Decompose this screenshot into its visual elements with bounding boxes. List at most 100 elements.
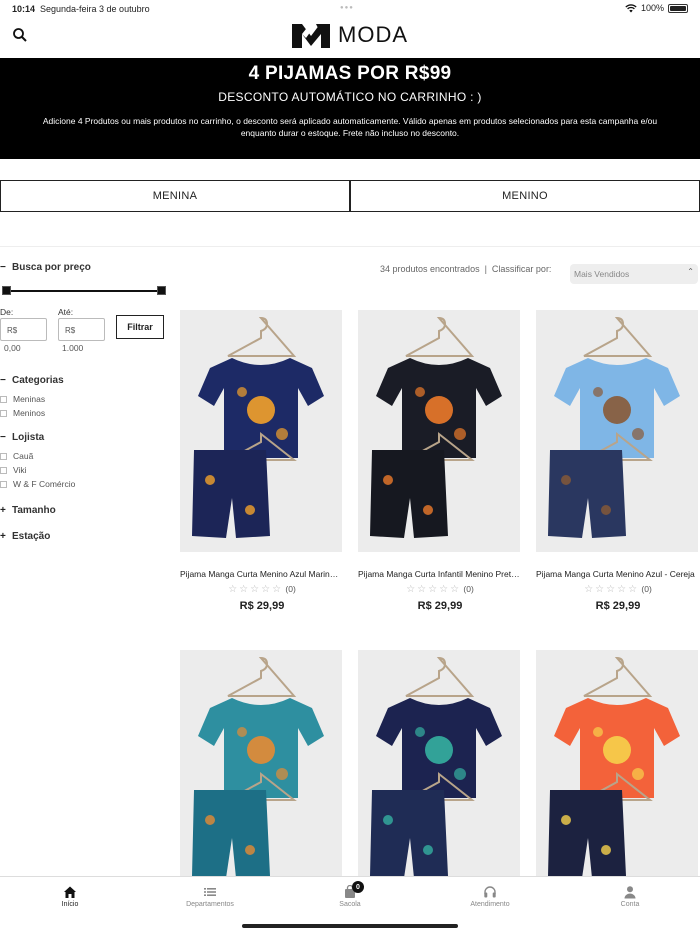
rating-count: (0) <box>285 584 296 594</box>
category-option[interactable]: Meninas <box>0 392 172 406</box>
season-label: Estação <box>12 531 51 542</box>
headset-icon <box>484 886 496 898</box>
home-icon <box>64 886 76 898</box>
product-price: R$ 29,99 <box>595 600 641 612</box>
price-inputs: De: R$ 0,00 Até: R$ 1.000 Filtrar <box>0 307 172 353</box>
banner-title: 4 PIJAMAS POR R$99 <box>248 63 452 84</box>
rating-stars-icon: ☆☆☆☆☆ <box>228 584 284 595</box>
product-name[interactable]: Pijama Manga Curta Infantil Menino Preto… <box>358 569 520 579</box>
product-rating: ☆☆☆☆☆ (0) <box>180 584 344 595</box>
seller-option[interactable]: Cauã <box>0 449 172 463</box>
tab-home[interactable]: Início <box>0 877 140 934</box>
seller-option[interactable]: W & F Comércio <box>0 477 172 491</box>
tab-label: Sacola <box>339 901 361 908</box>
tab-label: Atendimento <box>470 901 510 908</box>
status-bar: 10:14 Segunda-feira 3 de outubro ●●● 100… <box>0 0 700 18</box>
expand-icon: + <box>0 505 6 516</box>
option-label: Viki <box>13 465 27 475</box>
option-label: W & F Comércio <box>13 479 76 489</box>
product-card[interactable]: Pijama Manga Curta Menino Azul Marinho -… <box>180 310 344 612</box>
product-rating: ☆☆☆☆☆ (0) <box>536 584 700 595</box>
product-name[interactable]: Pijama Manga Curta Menino Azul - Cereja <box>536 569 698 579</box>
divider <box>0 246 700 247</box>
product-card[interactable]: Pijama Manga Curta Infantil Menino Preto… <box>358 310 522 612</box>
promo-banner[interactable]: 4 PIJAMAS POR R$99 DESCONTO AUTOMÁTICO N… <box>0 58 700 159</box>
chevron-updown-icon: ⌃ <box>687 267 694 276</box>
battery-percent: 100% <box>640 3 664 13</box>
product-rating: ☆☆☆☆☆ (0) <box>358 584 522 595</box>
home-indicator <box>242 924 458 928</box>
product-image[interactable] <box>180 310 342 552</box>
product-image[interactable] <box>536 310 698 552</box>
checkbox[interactable] <box>0 395 7 403</box>
option-label: Meninos <box>13 408 46 418</box>
user-icon <box>624 886 636 899</box>
price-from-input[interactable]: R$ <box>0 318 47 341</box>
checkbox[interactable] <box>0 409 7 417</box>
tab-account[interactable]: Conta <box>560 877 700 934</box>
gender-tabs: MENINA MENINO <box>0 180 700 212</box>
categories-label: Categorias <box>12 375 64 386</box>
sellers-label: Lojista <box>12 432 45 443</box>
seller-option[interactable]: Viki <box>0 463 172 477</box>
toolbar-separator: | <box>484 264 487 274</box>
rating-stars-icon: ☆☆☆☆☆ <box>406 584 462 595</box>
tab-label: Conta <box>620 901 640 908</box>
checkbox[interactable] <box>0 466 7 474</box>
slider-track <box>5 290 163 292</box>
product-image[interactable] <box>180 650 342 892</box>
size-label: Tamanho <box>12 505 56 516</box>
logo-mark-icon <box>292 24 330 48</box>
app-header: MODA <box>0 18 700 58</box>
sort-value: Mais Vendidos <box>574 269 630 279</box>
price-from-value: 0,00 <box>4 343 21 353</box>
product-price: R$ 29,99 <box>417 600 463 612</box>
brand-name: MODA <box>338 22 408 47</box>
tab-label: Departamentos <box>186 901 234 908</box>
size-title[interactable]: + Tamanho <box>0 505 172 516</box>
multitask-dots: ●●● <box>340 5 354 11</box>
collapse-icon: − <box>0 432 6 443</box>
slider-min-handle[interactable] <box>2 286 11 295</box>
season-title[interactable]: + Estação <box>0 531 172 542</box>
categories-title[interactable]: − Categorias <box>0 375 172 386</box>
price-filter-title[interactable]: − Busca por preço <box>0 262 172 273</box>
wifi-icon <box>625 3 637 12</box>
category-option[interactable]: Meninos <box>0 406 172 420</box>
sort-select[interactable]: Mais Vendidos ⌃ <box>570 264 698 284</box>
product-card[interactable]: Pijama Manga Curta Menino Azul - Cereja ☆… <box>536 310 700 612</box>
rating-count: (0) <box>641 584 652 594</box>
status-date: Segunda-feira 3 de outubro <box>40 4 150 14</box>
brand-logo[interactable]: MODA <box>290 20 408 50</box>
expand-icon: + <box>0 531 6 542</box>
price-to-value: 1.000 <box>62 343 84 353</box>
checkbox[interactable] <box>0 452 7 460</box>
status-time: 10:14 <box>12 4 36 14</box>
collapse-icon: − <box>0 375 6 386</box>
product-image[interactable] <box>358 310 520 552</box>
rating-stars-icon: ☆☆☆☆☆ <box>584 584 640 595</box>
banner-subtitle: DESCONTO AUTOMÁTICO NO CARRINHO : ) <box>218 90 482 104</box>
sellers-title[interactable]: − Lojista <box>0 432 172 443</box>
gender-boy-button[interactable]: MENINO <box>350 180 700 212</box>
product-image[interactable] <box>358 650 520 892</box>
price-to-input[interactable]: R$ <box>58 318 105 341</box>
product-name[interactable]: Pijama Manga Curta Menino Azul Marinho -… <box>180 569 342 579</box>
status-right: 100% <box>625 3 688 13</box>
filter-button[interactable]: Filtrar <box>116 315 164 339</box>
product-price: R$ 29,99 <box>239 600 285 612</box>
results-toolbar: 34 produtos encontrados | Classificar po… <box>380 264 551 274</box>
rating-count: (0) <box>463 584 474 594</box>
price-filter-label: Busca por preço <box>12 262 91 273</box>
price-to: Até: R$ 1.000 <box>58 307 116 353</box>
price-slider[interactable] <box>2 285 166 297</box>
search-icon[interactable] <box>12 27 28 43</box>
checkbox[interactable] <box>0 480 7 488</box>
list-icon <box>204 888 216 896</box>
gender-girl-button[interactable]: MENINA <box>0 180 350 212</box>
battery-icon <box>668 3 688 13</box>
product-image[interactable] <box>536 650 698 892</box>
sort-label: Classificar por: <box>491 264 552 274</box>
price-from-label: De: <box>0 307 14 317</box>
slider-max-handle[interactable] <box>157 286 166 295</box>
